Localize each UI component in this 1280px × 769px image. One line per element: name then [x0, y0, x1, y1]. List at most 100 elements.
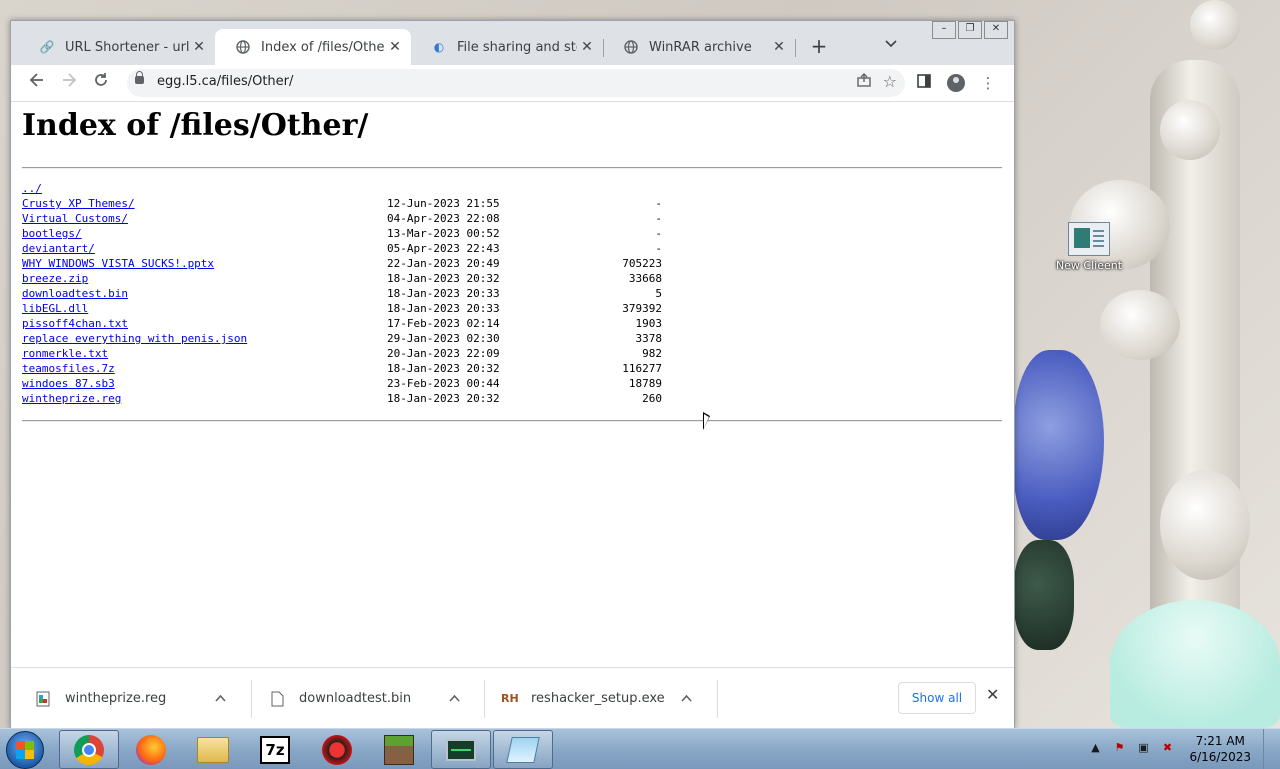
taskbar-chrome[interactable]	[59, 730, 119, 769]
file-link[interactable]: downloadtest.bin	[22, 287, 128, 300]
page-content: Index of /files/Other/ ../ Crusty XP The…	[11, 102, 1014, 666]
close-icon[interactable]: ✕	[986, 685, 999, 704]
file-date: 20-Jan-2023 22:09	[387, 347, 500, 360]
url-text[interactable]: egg.l5.ca/files/Other/	[157, 74, 293, 89]
person-icon	[947, 74, 965, 92]
monitor-icon	[446, 738, 476, 761]
wallpaper-mint-shape	[1110, 600, 1280, 728]
file-link[interactable]: replace everything with penis.json	[22, 332, 247, 345]
clock-time: 7:21 AM	[1195, 734, 1245, 748]
file-link[interactable]: teamosfiles.7z	[22, 362, 115, 375]
chevron-up-icon[interactable]	[679, 692, 693, 705]
notepad-icon	[506, 736, 540, 763]
volume-muted-icon[interactable]: ✖	[1159, 741, 1175, 757]
taskbar-ccleaner[interactable]	[307, 730, 367, 769]
tab-search-button[interactable]	[885, 37, 897, 51]
share-icon[interactable]	[857, 73, 871, 91]
file-size: -	[655, 212, 662, 225]
download-item[interactable]: wintheprize.reg	[35, 668, 227, 729]
close-icon[interactable]: ✕	[385, 39, 405, 55]
file-date: 12-Jun-2023 21:55	[387, 197, 500, 210]
file-date: 04-Apr-2023 22:08	[387, 212, 500, 225]
address-bar[interactable]: egg.l5.ca/files/Other/ ☆	[127, 69, 905, 97]
taskbar-firefox[interactable]	[121, 730, 181, 769]
desktop-icon-new-client[interactable]: New Clieent	[1054, 222, 1124, 272]
globe-icon	[623, 39, 639, 55]
taskbar-file-explorer[interactable]	[183, 730, 243, 769]
forward-button[interactable]	[57, 71, 81, 95]
file-size: 18789	[628, 377, 662, 390]
show-all-button[interactable]: Show all	[898, 682, 976, 714]
file-link[interactable]: Crusty XP Themes/	[22, 197, 135, 210]
download-separator	[717, 680, 718, 718]
minimize-button[interactable]: –	[932, 21, 956, 39]
browser-window: 🔗 URL Shortener - url shor ✕ Index of /f…	[10, 20, 1015, 729]
download-item[interactable]: RH reshacker_setup.exe	[501, 668, 693, 729]
download-separator	[484, 680, 485, 718]
start-button[interactable]	[6, 731, 44, 769]
file-link[interactable]: pissoff4chan.txt	[22, 317, 128, 330]
tab-separator	[795, 39, 796, 57]
file-size: 705223	[622, 257, 662, 270]
taskbar-7zip[interactable]: 7z	[245, 730, 305, 769]
file-size: 260	[642, 392, 662, 405]
file-link[interactable]: ronmerkle.txt	[22, 347, 108, 360]
tab-index-of-files[interactable]: Index of /files/Other/ ✕	[215, 29, 411, 65]
parent-dir-link[interactable]: ../	[22, 182, 42, 195]
lock-icon[interactable]	[135, 71, 144, 84]
file-date: 17-Feb-2023 02:14	[387, 317, 500, 330]
wallpaper-blob	[1100, 290, 1180, 360]
file-date: 13-Mar-2023 00:52	[387, 227, 500, 240]
action-center-flag-icon[interactable]: ⚑	[1111, 741, 1127, 757]
file-link[interactable]: bootlegs/	[22, 227, 82, 240]
window-controls: – ❐ ✕	[932, 21, 1008, 39]
wallpaper-dark-shape	[1014, 540, 1074, 650]
reload-button[interactable]	[89, 71, 113, 95]
globe-icon	[235, 39, 251, 55]
file-link[interactable]: libEGL.dll	[22, 302, 88, 315]
side-panel-icon[interactable]	[912, 71, 936, 95]
wallpaper-blue-shape	[1014, 350, 1104, 540]
bookmark-star-icon[interactable]: ☆	[883, 72, 897, 91]
network-icon[interactable]: ▣	[1135, 741, 1151, 757]
taskbar-task-manager[interactable]	[431, 730, 491, 769]
chevron-up-icon[interactable]	[213, 692, 227, 705]
chevron-down-icon	[885, 40, 897, 48]
ccleaner-icon	[322, 734, 352, 765]
taskbar-minecraft[interactable]	[369, 730, 429, 769]
file-link[interactable]: breeze.zip	[22, 272, 88, 285]
tab-winrar[interactable]: WinRAR archive ✕	[603, 29, 795, 65]
tab-file-sharing[interactable]: ◐ File sharing and storage ✕	[411, 29, 603, 65]
file-size: 982	[642, 347, 662, 360]
file-link[interactable]: deviantart/	[22, 242, 95, 255]
show-hidden-icons-icon[interactable]: ▲	[1087, 741, 1103, 757]
clock[interactable]: 7:21 AM 6/16/2023	[1189, 733, 1251, 765]
reload-icon	[95, 73, 107, 86]
back-button[interactable]	[25, 71, 49, 95]
close-window-button[interactable]: ✕	[984, 21, 1008, 39]
file-link[interactable]: windoes 87.sb3	[22, 377, 115, 390]
file-size: -	[655, 242, 662, 255]
file-link[interactable]: Virtual Customs/	[22, 212, 128, 225]
download-item[interactable]: downloadtest.bin	[269, 668, 461, 729]
menu-kebab-icon[interactable]: ⋮	[976, 71, 1000, 95]
chrome-icon	[74, 734, 104, 765]
close-icon[interactable]: ✕	[769, 39, 789, 55]
file-link[interactable]: wintheprize.reg	[22, 392, 121, 405]
download-shelf: wintheprize.reg downloadtest.bin RH resh…	[11, 667, 1014, 729]
file-size: 116277	[622, 362, 662, 375]
file-link[interactable]: WHY WINDOWS VISTA SUCKS!.pptx	[22, 257, 214, 270]
minecraft-grass-block-icon	[384, 734, 414, 765]
close-icon[interactable]: ✕	[189, 39, 209, 55]
taskbar-notepad[interactable]	[493, 730, 553, 769]
file-date: 29-Jan-2023 02:30	[387, 332, 500, 345]
chevron-up-icon[interactable]	[447, 692, 461, 705]
profile-avatar[interactable]	[944, 71, 968, 95]
show-desktop-button[interactable]	[1263, 729, 1276, 769]
file-date: 18-Jan-2023 20:32	[387, 362, 500, 375]
new-tab-button[interactable]: +	[807, 35, 831, 57]
close-icon[interactable]: ✕	[577, 39, 597, 55]
file-size: 33668	[628, 272, 662, 285]
tab-url-shortener[interactable]: 🔗 URL Shortener - url shor ✕	[19, 29, 215, 65]
maximize-button[interactable]: ❐	[958, 21, 982, 39]
